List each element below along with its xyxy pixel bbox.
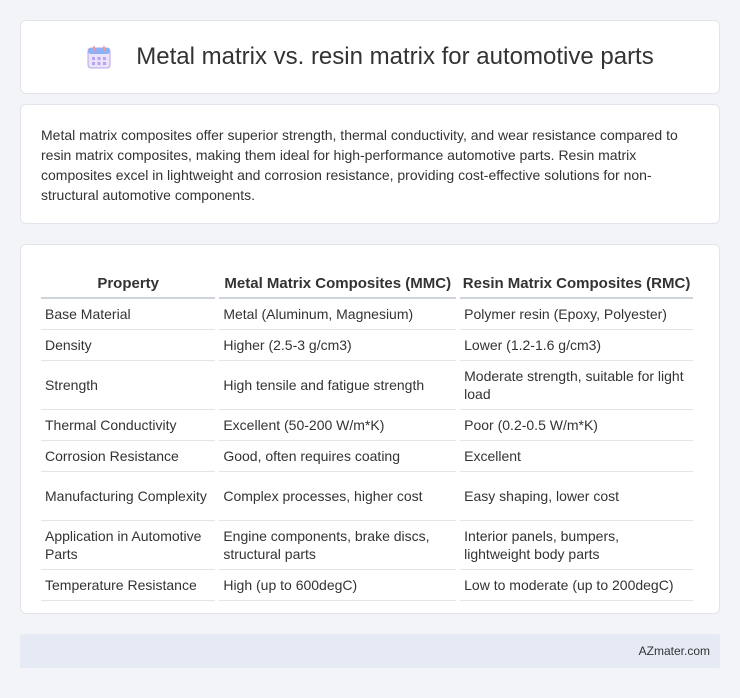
mmc-cell: High (up to 600degC)	[219, 570, 457, 601]
page-title: Metal matrix vs. resin matrix for automo…	[136, 43, 654, 70]
summary-card: Metal matrix composites offer superior s…	[20, 104, 720, 224]
column-header-property: Property	[41, 265, 216, 299]
rmc-cell: Lower (1.2-1.6 g/cm3)	[460, 330, 693, 361]
mmc-cell: Higher (2.5-3 g/cm3)	[219, 330, 457, 361]
property-cell: Density	[41, 330, 216, 361]
rmc-cell: Excellent	[460, 441, 693, 472]
comparison-table: Property Metal Matrix Composites (MMC) R…	[37, 265, 697, 601]
rmc-cell: Interior panels, bumpers, lightweight bo…	[460, 521, 693, 570]
mmc-cell: Complex processes, higher cost	[219, 472, 457, 521]
table-row: Thermal Conductivity Excellent (50-200 W…	[41, 410, 693, 441]
comparison-table-card: Property Metal Matrix Composites (MMC) R…	[20, 244, 720, 614]
rmc-cell: Low to moderate (up to 200degC)	[460, 570, 693, 601]
column-header-rmc: Resin Matrix Composites (RMC)	[460, 265, 693, 299]
column-header-mmc: Metal Matrix Composites (MMC)	[219, 265, 457, 299]
rmc-cell: Moderate strength, suitable for light lo…	[460, 361, 693, 410]
footer: AZmater.com	[20, 634, 720, 668]
mmc-cell: Engine components, brake discs, structur…	[219, 521, 457, 570]
table-row: Strength High tensile and fatigue streng…	[41, 361, 693, 410]
mmc-cell: High tensile and fatigue strength	[219, 361, 457, 410]
table-row: Density Higher (2.5-3 g/cm3) Lower (1.2-…	[41, 330, 693, 361]
calendar-icon	[86, 44, 112, 70]
rmc-cell: Easy shaping, lower cost	[460, 472, 693, 521]
property-cell: Strength	[41, 361, 216, 410]
table-row: Manufacturing Complexity Complex process…	[41, 472, 693, 521]
footer-brand: AZmater.com	[638, 644, 710, 658]
summary-text: Metal matrix composites offer superior s…	[41, 127, 678, 203]
property-cell: Corrosion Resistance	[41, 441, 216, 472]
property-cell: Manufacturing Complexity	[41, 472, 216, 521]
table-row: Temperature Resistance High (up to 600de…	[41, 570, 693, 601]
rmc-cell: Polymer resin (Epoxy, Polyester)	[460, 299, 693, 330]
table-header-row: Property Metal Matrix Composites (MMC) R…	[41, 265, 693, 299]
table-row: Corrosion Resistance Good, often require…	[41, 441, 693, 472]
property-cell: Temperature Resistance	[41, 570, 216, 601]
property-cell: Application in Automotive Parts	[41, 521, 216, 570]
rmc-cell: Poor (0.2-0.5 W/m*K)	[460, 410, 693, 441]
property-cell: Base Material	[41, 299, 216, 330]
mmc-cell: Good, often requires coating	[219, 441, 457, 472]
mmc-cell: Excellent (50-200 W/m*K)	[219, 410, 457, 441]
mmc-cell: Metal (Aluminum, Magnesium)	[219, 299, 457, 330]
property-cell: Thermal Conductivity	[41, 410, 216, 441]
title-card: Metal matrix vs. resin matrix for automo…	[20, 20, 720, 94]
table-row: Base Material Metal (Aluminum, Magnesium…	[41, 299, 693, 330]
table-row: Application in Automotive Parts Engine c…	[41, 521, 693, 570]
